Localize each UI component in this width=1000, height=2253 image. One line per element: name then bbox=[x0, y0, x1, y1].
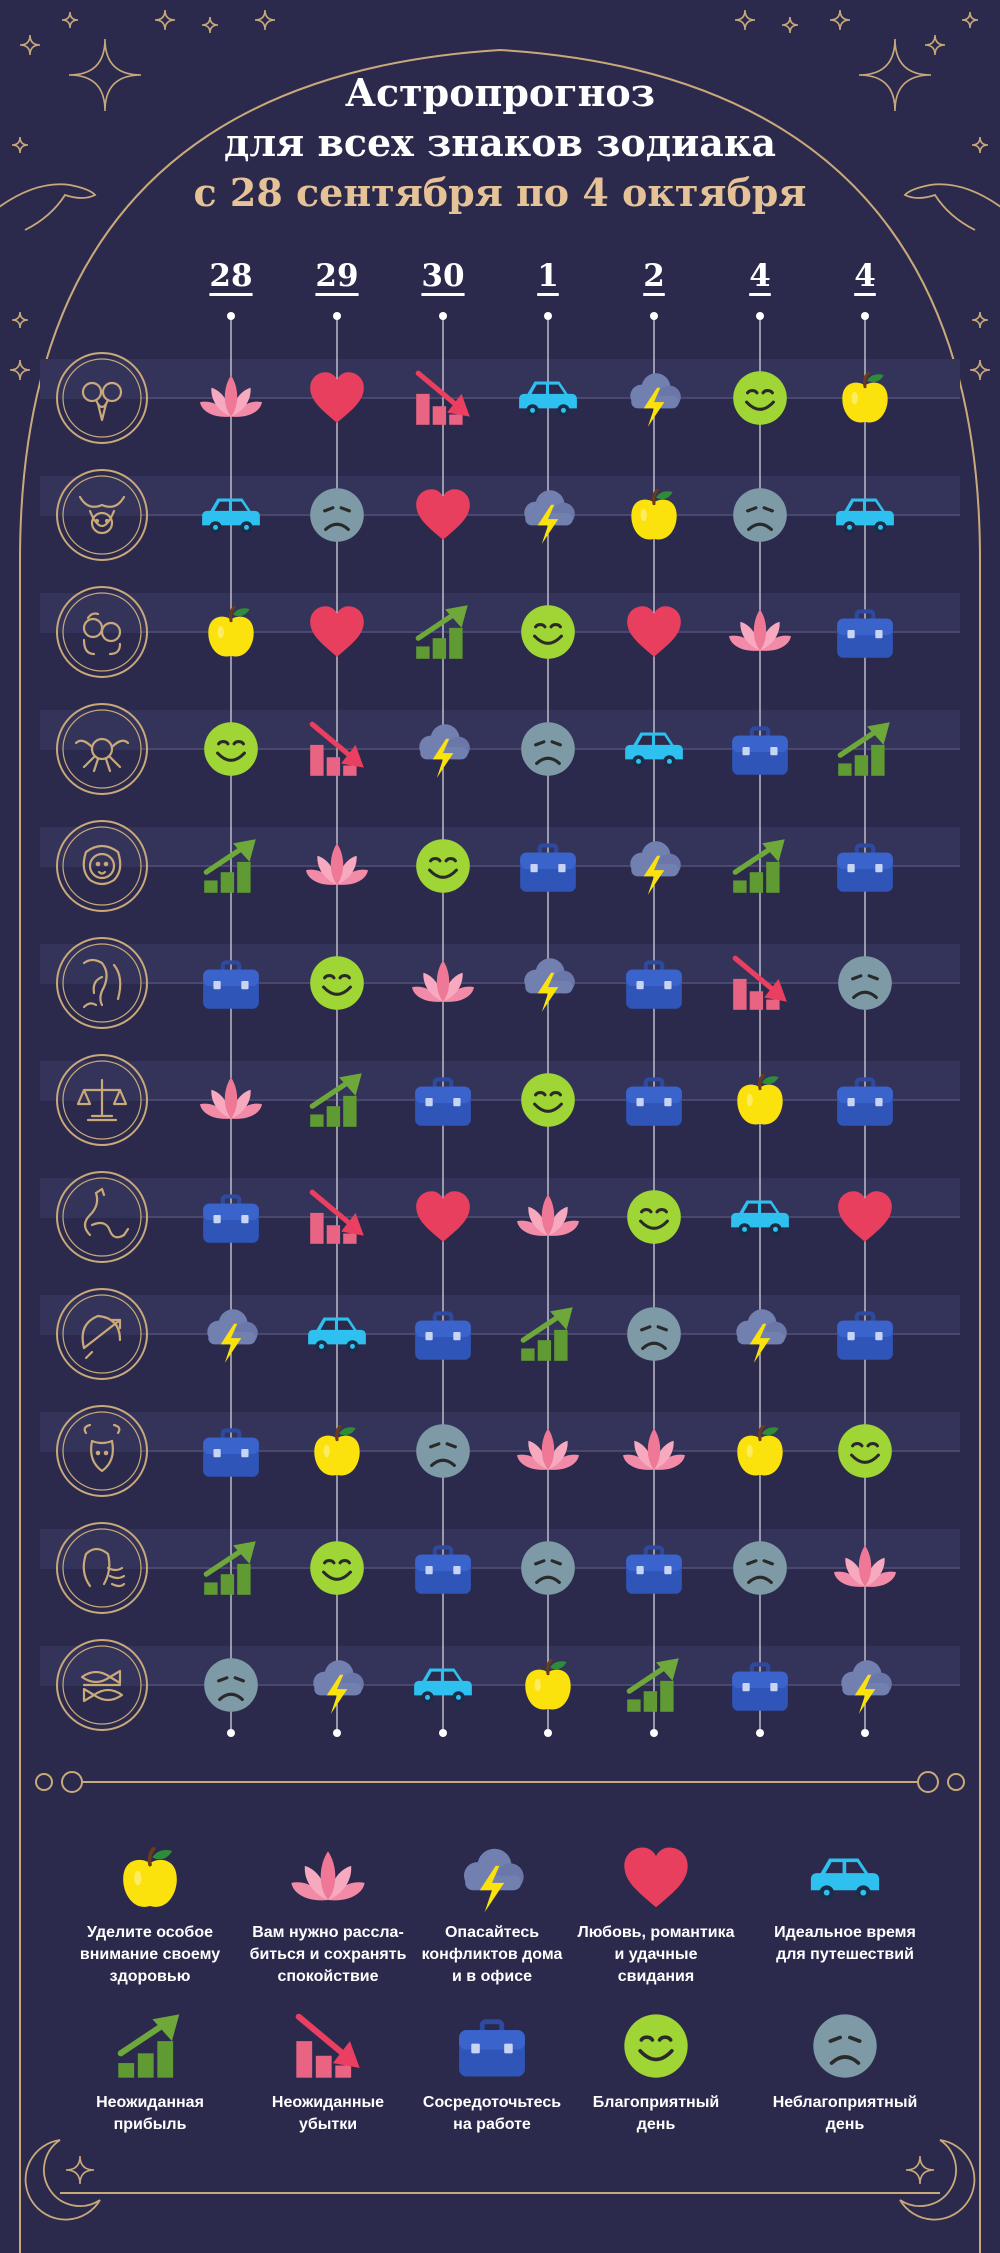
legend-heart-icon bbox=[624, 1847, 688, 1908]
legend-car-icon bbox=[810, 1858, 880, 1900]
legend-label: Сосредоточьтесь на работе bbox=[422, 2094, 562, 2133]
infographic: Астропрогноз для всех знаков зодиака с 2… bbox=[0, 0, 1000, 2253]
legend-label: Неожиданная прибыль bbox=[96, 2094, 204, 2133]
legend-loss-icon bbox=[295, 2013, 360, 2078]
legend-happy-icon bbox=[624, 2014, 688, 2078]
legend-label: Неблагоприятный день bbox=[772, 2094, 918, 2133]
legend-label: Благоприятный день bbox=[592, 2094, 720, 2133]
legend-briefcase-icon bbox=[459, 2019, 525, 2077]
legend-icons bbox=[117, 1846, 880, 2078]
legend-label: Опасайтесь конфликтов дома и в офисе bbox=[421, 1924, 563, 1985]
legend-label: Вам нужно рассла- биться и сохранять спо… bbox=[249, 1924, 407, 1985]
legend-label: Неожиданные убытки bbox=[271, 2094, 385, 2133]
legend-profit-icon bbox=[117, 2014, 180, 2078]
legend-label: Идеальное время для путешествий bbox=[774, 1924, 916, 1963]
legend-sad-icon bbox=[813, 2014, 877, 2078]
legend-label: Уделите особое внимание своему здоровью bbox=[79, 1924, 221, 1985]
legend-storm-icon bbox=[463, 1848, 524, 1913]
legend-apple-icon bbox=[123, 1846, 177, 1907]
legend-label: Любовь, романтика и удачные свидания bbox=[577, 1924, 735, 1985]
legend-lotus-icon bbox=[291, 1851, 365, 1901]
